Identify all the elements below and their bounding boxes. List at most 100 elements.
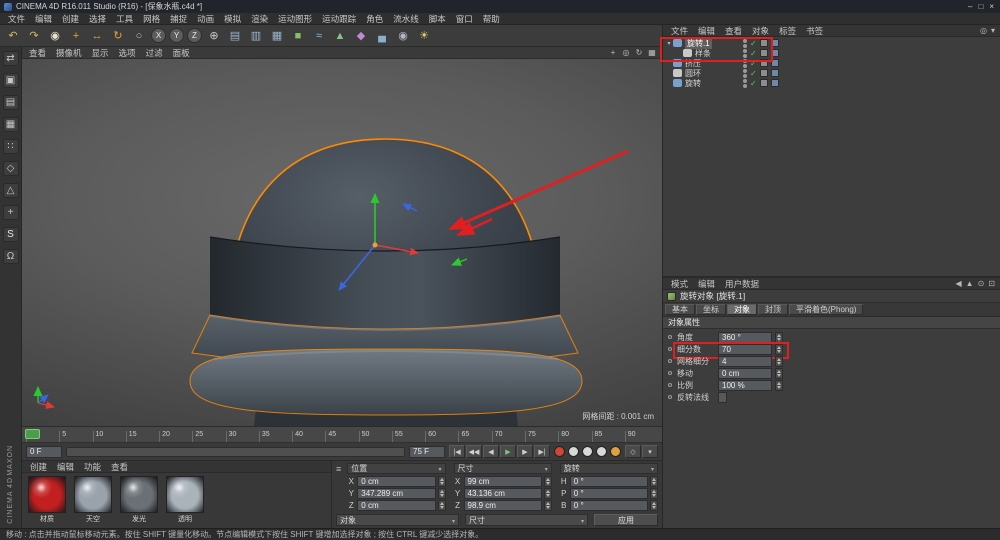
material-thumbnail[interactable] (166, 476, 204, 513)
coord-size-dropdown[interactable]: 尺寸 (465, 514, 588, 526)
timeline-ruler[interactable]: 051015202530354045505560657075808590 (22, 427, 662, 443)
keyframe-selection-icon[interactable]: ◇ (625, 445, 641, 458)
value-spinner[interactable] (438, 500, 446, 511)
move-tool-icon[interactable]: + (66, 26, 86, 45)
environment-icon[interactable]: ▄ (372, 26, 392, 45)
record-position-button[interactable] (582, 446, 593, 457)
object-manager-menu-item[interactable]: 书签 (801, 25, 828, 37)
menubar-item[interactable]: 流水线 (388, 13, 424, 25)
value-spinner[interactable] (650, 488, 658, 499)
attr-up-icon[interactable]: ▲ (966, 279, 974, 288)
record-scale-button[interactable] (596, 446, 607, 457)
visibility-toggle-icons[interactable] (743, 79, 747, 88)
rotate-tool-icon[interactable]: ↻ (108, 26, 128, 45)
enable-check-icon[interactable] (750, 79, 757, 88)
phong-tag-icon[interactable] (760, 39, 768, 47)
phong-tag-icon[interactable] (760, 49, 768, 57)
end-frame-field[interactable]: 75 F (409, 446, 445, 458)
value-spinner[interactable] (775, 356, 783, 367)
viewport-menu-item[interactable]: 显示 (87, 47, 114, 59)
visibility-toggle-icons[interactable] (743, 69, 747, 78)
attribute-menu-item[interactable]: 用户数据 (720, 278, 764, 290)
lock-x-axis-icon[interactable]: X (151, 28, 166, 43)
coord-value-field[interactable]: 0 ° (570, 476, 648, 487)
attr-lock-icon[interactable]: ⊡ (988, 279, 995, 288)
polygons-mode-icon[interactable]: △ (3, 183, 19, 198)
keyframe-bullet-icon[interactable] (668, 395, 672, 399)
coord-column-header[interactable]: 旋转 (560, 463, 658, 474)
enable-check-icon[interactable] (750, 69, 757, 78)
viewport-menu-item[interactable]: 摄像机 (51, 47, 87, 59)
attribute-value-field[interactable]: 360 ° (718, 332, 772, 343)
material-tag-icon[interactable] (771, 39, 779, 47)
value-spinner[interactable] (775, 368, 783, 379)
viewport-menu-item[interactable]: 过滤 (141, 47, 168, 59)
menubar-item[interactable]: 角色 (361, 13, 388, 25)
material-item-transparent[interactable]: 透明 (164, 476, 206, 524)
primitive-cube-icon[interactable]: ■ (288, 26, 308, 45)
deformers-icon[interactable]: ◆ (351, 26, 371, 45)
value-spinner[interactable] (544, 488, 552, 499)
phong-tag-icon[interactable] (760, 69, 768, 77)
make-editable-icon[interactable]: ⇄ (3, 51, 19, 66)
material-tag-icon[interactable] (771, 69, 779, 77)
live-selection-icon[interactable]: ◉ (45, 26, 65, 45)
material-tag-icon[interactable] (771, 59, 779, 67)
object-manager-menu-item[interactable]: 对象 (747, 25, 774, 37)
attribute-menu-item[interactable]: 模式 (666, 278, 693, 290)
object-manager-menu-item[interactable]: 标签 (774, 25, 801, 37)
object-row-lathe-1[interactable]: ▾ 旋转.1 (663, 38, 1000, 48)
coord-value-field[interactable]: 99 cm (464, 476, 542, 487)
menubar-item[interactable]: 脚本 (424, 13, 451, 25)
coord-value-field[interactable]: 347.289 cm (357, 488, 435, 499)
material-tag-icon[interactable] (771, 79, 779, 87)
object-row-spline[interactable]: 样条 (663, 48, 1000, 58)
enable-check-icon[interactable] (750, 49, 757, 58)
record-rotation-button[interactable] (610, 446, 621, 457)
play-button[interactable]: ▶ (500, 445, 516, 458)
material-thumbnail[interactable] (28, 476, 66, 513)
material-item-sky[interactable]: 天空 (72, 476, 114, 524)
coord-mode-dropdown[interactable]: 对象 (336, 514, 459, 526)
object-manager-menu-item[interactable]: 查看 (720, 25, 747, 37)
record-keyframe-button[interactable] (554, 446, 565, 457)
edges-mode-icon[interactable]: ◇ (3, 161, 19, 176)
menubar-item[interactable]: 运动跟踪 (317, 13, 361, 25)
current-frame-field[interactable]: 0 F (26, 446, 62, 458)
phong-tag-icon[interactable] (760, 59, 768, 67)
material-menu-item[interactable]: 功能 (79, 461, 106, 473)
keyframe-bullet-icon[interactable] (668, 359, 672, 363)
spline-pen-icon[interactable]: ≈ (309, 26, 329, 45)
menubar-item[interactable]: 网格 (138, 13, 165, 25)
preview-range-track[interactable] (66, 447, 405, 457)
generators-icon[interactable]: ▲ (330, 26, 350, 45)
attr-track-icon[interactable]: ⊙ (978, 279, 985, 288)
menubar-item[interactable]: 工具 (111, 13, 138, 25)
coord-value-field[interactable]: 43.136 cm (464, 488, 542, 499)
menubar-item[interactable]: 编辑 (30, 13, 57, 25)
menubar-item[interactable]: 创建 (57, 13, 84, 25)
menubar-item[interactable]: 运动图形 (273, 13, 317, 25)
menubar-item[interactable]: 文件 (3, 13, 30, 25)
material-thumbnail[interactable] (120, 476, 158, 513)
material-menu-item[interactable]: 编辑 (52, 461, 79, 473)
timeline-playhead[interactable] (25, 429, 40, 439)
object-row-lathe[interactable]: 旋转 (663, 78, 1000, 88)
object-properties-section[interactable]: 对象属性 (663, 317, 1000, 329)
goto-end-button[interactable]: ▶| (534, 445, 550, 458)
coord-value-field[interactable]: 98.9 cm (464, 500, 542, 511)
pan-view-icon[interactable]: + (608, 48, 618, 57)
tab-object[interactable]: 对象 (727, 304, 757, 315)
zoom-view-icon[interactable]: ◎ (621, 48, 631, 57)
attribute-value-field[interactable]: 100 % (718, 380, 772, 391)
coordinate-system-icon[interactable]: ⊕ (204, 26, 224, 45)
om-search-icon[interactable]: ◎ (980, 26, 987, 35)
value-spinner[interactable] (438, 476, 446, 487)
viewport-solo-icon[interactable]: S (3, 227, 19, 242)
scale-tool-icon[interactable]: ↔ (87, 26, 107, 45)
workplane-mode-icon[interactable]: ▦ (3, 117, 19, 132)
visibility-toggle-icons[interactable] (743, 39, 747, 48)
coords-menu-icon[interactable] (336, 464, 341, 474)
rotate-view-icon[interactable]: ↻ (634, 48, 644, 57)
apply-button[interactable]: 应用 (594, 514, 658, 526)
